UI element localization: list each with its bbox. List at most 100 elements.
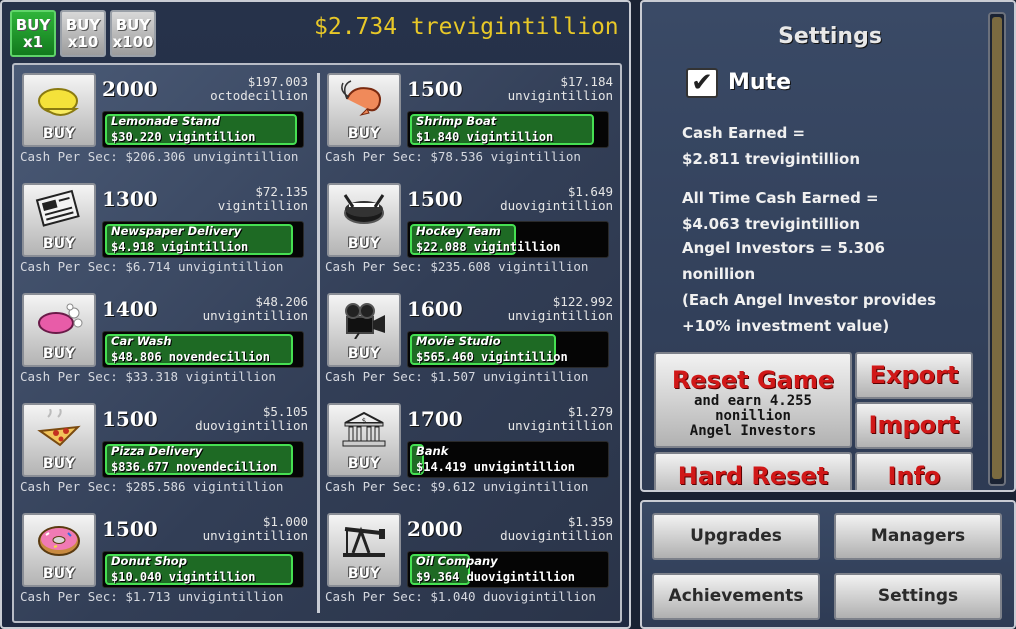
svg-text:$: $	[362, 417, 366, 425]
business-cash-per-sec: Cash Per Sec: $9.612 unvigintillion	[325, 479, 589, 494]
export-label: Export	[869, 361, 959, 389]
business-revenue: $4.918 vigintillion	[111, 240, 249, 254]
game-panel: BUY x1 BUY x10 BUY x100 $2.734 trevigint…	[0, 0, 631, 629]
business-buy-button[interactable]: BUY	[327, 293, 401, 367]
business-cash-per-sec: Cash Per Sec: $6.714 unvigintillion	[20, 259, 284, 274]
buy-x100-line2: x100	[112, 32, 154, 51]
business-cost: $1.649 duovigintillion	[463, 185, 613, 213]
business-progress-bar[interactable]: Oil Company $9.364 duovigintillion	[407, 551, 609, 588]
buy-x10-line1: BUY	[65, 15, 101, 34]
camera-icon	[345, 303, 385, 339]
buy-x10-button[interactable]: BUY x10	[60, 10, 106, 57]
business-name: Lemonade Stand	[111, 114, 220, 128]
achievements-button[interactable]: Achievements	[652, 573, 820, 620]
buy-x100-button[interactable]: BUY x100	[110, 10, 156, 57]
business-progress-bar[interactable]: Pizza Delivery $836.677 novendecillion	[102, 441, 304, 478]
business-buy-button[interactable]: BUY	[327, 183, 401, 257]
managers-button[interactable]: Managers	[834, 513, 1002, 560]
business-buy-button[interactable]: BUY	[327, 513, 401, 587]
business-progress-bar[interactable]: Movie Studio $565.460 vigintillion	[407, 331, 609, 368]
export-button[interactable]: Export	[855, 352, 973, 399]
settings-scrollbar[interactable]	[988, 12, 1006, 486]
reset-game-subtext: and earn 4.255 nonillion Angel Investors	[656, 394, 850, 439]
business-cost-unit: unvigintillion	[202, 308, 308, 323]
settings-button[interactable]: Settings	[834, 573, 1002, 620]
hard-reset-label: Hard Reset	[677, 462, 829, 490]
business-tile: BUY 1500 $17.184 unvigintillion Shrimp B…	[325, 73, 617, 181]
buy-label: BUY	[42, 346, 76, 362]
business-tile: BUY 1600 $122.992 unvigintillion Movie S…	[325, 293, 617, 401]
business-tile: BUY 2000 $1.359 duovigintillion Oil Comp…	[325, 513, 617, 621]
oil-pump-icon	[343, 526, 385, 557]
buy-x1-line1: BUY	[15, 15, 51, 34]
column-divider	[317, 73, 320, 613]
angel-investors-label: Angel Investors = 5.306	[682, 239, 885, 257]
business-progress-bar[interactable]: Newspaper Delivery $4.918 vigintillion	[102, 221, 304, 258]
business-buy-button[interactable]: $ BUY	[327, 403, 401, 477]
business-revenue: $48.806 novendecillion	[111, 350, 270, 364]
business-tile: BUY 1500 $1.649 duovigintillion Hockey T…	[325, 183, 617, 291]
all-time-cash-value: $4.063 trevigintillion	[682, 215, 861, 233]
business-buy-button[interactable]: BUY	[22, 183, 96, 257]
business-progress-bar[interactable]: Bank $14.419 unvigintillion	[407, 441, 609, 478]
shrimp-icon	[341, 80, 381, 116]
business-buy-button[interactable]: BUY	[22, 403, 96, 477]
buy-x100-line1: BUY	[115, 15, 151, 34]
business-buy-button[interactable]: BUY	[22, 73, 96, 147]
nav-panel: Upgrades Managers Achievements Settings	[640, 500, 1016, 629]
business-cost: $1.279 unvigintillion	[463, 405, 613, 433]
buy-label: BUY	[42, 456, 76, 472]
business-cost-amount: $17.184	[560, 74, 613, 89]
business-count: 1500	[102, 407, 158, 431]
business-cost-unit: vigintillion	[217, 198, 308, 213]
business-revenue: $22.088 vigintillion	[416, 240, 561, 254]
business-buy-button[interactable]: BUY	[22, 513, 96, 587]
pizza-icon	[37, 409, 81, 447]
donut-icon	[38, 526, 80, 556]
buy-x1-button[interactable]: BUY x1	[10, 10, 56, 57]
business-cash-per-sec: Cash Per Sec: $206.306 unvigintillion	[20, 149, 299, 164]
newspaper-icon	[35, 189, 80, 227]
business-cost: $72.135 vigintillion	[158, 185, 308, 213]
business-buy-button[interactable]: BUY	[22, 293, 96, 367]
info-button[interactable]: Info	[855, 452, 973, 490]
angel-info-line2: +10% investment value)	[682, 317, 890, 335]
business-cost-amount: $48.206	[255, 294, 308, 309]
business-progress-bar[interactable]: Donut Shop $10.040 vigintillion	[102, 551, 304, 588]
business-revenue: $30.220 vigintillion	[111, 130, 256, 144]
buy-label: BUY	[42, 566, 76, 582]
upgrades-button[interactable]: Upgrades	[652, 513, 820, 560]
business-revenue: $1.840 vigintillion	[416, 130, 554, 144]
business-cost-unit: unvigintillion	[507, 308, 613, 323]
import-button[interactable]: Import	[855, 402, 973, 449]
business-progress-bar[interactable]: Lemonade Stand $30.220 vigintillion	[102, 111, 304, 148]
business-list: BUY 2000 $197.003 octodecillion Lemonade…	[12, 63, 622, 623]
business-progress-bar[interactable]: Shrimp Boat $1.840 vigintillion	[407, 111, 609, 148]
reset-game-button[interactable]: Reset Game and earn 4.255 nonillion Ange…	[654, 352, 852, 448]
lemon-icon	[38, 88, 80, 116]
reset-game-label: Reset Game	[671, 366, 835, 394]
hockey-icon	[343, 194, 385, 224]
buy-x10-line2: x10	[67, 32, 99, 51]
business-tile: BUY 1400 $48.206 unvigintillion Car Wash…	[20, 293, 312, 401]
business-revenue: $836.677 novendecillion	[111, 460, 278, 474]
settings-scrollbar-thumb[interactable]	[992, 17, 1002, 479]
business-buy-button[interactable]: BUY	[327, 73, 401, 147]
business-tile: BUY 1500 $5.105 duovigintillion Pizza De…	[20, 403, 312, 511]
business-cash-per-sec: Cash Per Sec: $285.586 vigintillion	[20, 479, 284, 494]
business-cost-amount: $1.359	[567, 514, 613, 529]
business-cost-unit: unvigintillion	[507, 418, 613, 433]
business-cost-amount: $1.279	[567, 404, 613, 419]
mute-checkbox[interactable]: ✔	[686, 68, 718, 98]
buy-label: BUY	[347, 126, 381, 142]
business-cost-unit: duovigintillion	[500, 198, 613, 213]
reset-sub-line1: and earn 4.255	[693, 393, 812, 409]
business-cash-per-sec: Cash Per Sec: $235.608 vigintillion	[325, 259, 589, 274]
hard-reset-button[interactable]: Hard Reset	[654, 452, 852, 490]
info-label: Info	[887, 462, 941, 490]
business-progress-bar[interactable]: Car Wash $48.806 novendecillion	[102, 331, 304, 368]
angel-info-line1: (Each Angel Investor provides	[682, 291, 937, 309]
business-cost-amount: $122.992	[552, 294, 613, 309]
business-revenue: $14.419 unvigintillion	[416, 460, 575, 474]
business-progress-bar[interactable]: Hockey Team $22.088 vigintillion	[407, 221, 609, 258]
